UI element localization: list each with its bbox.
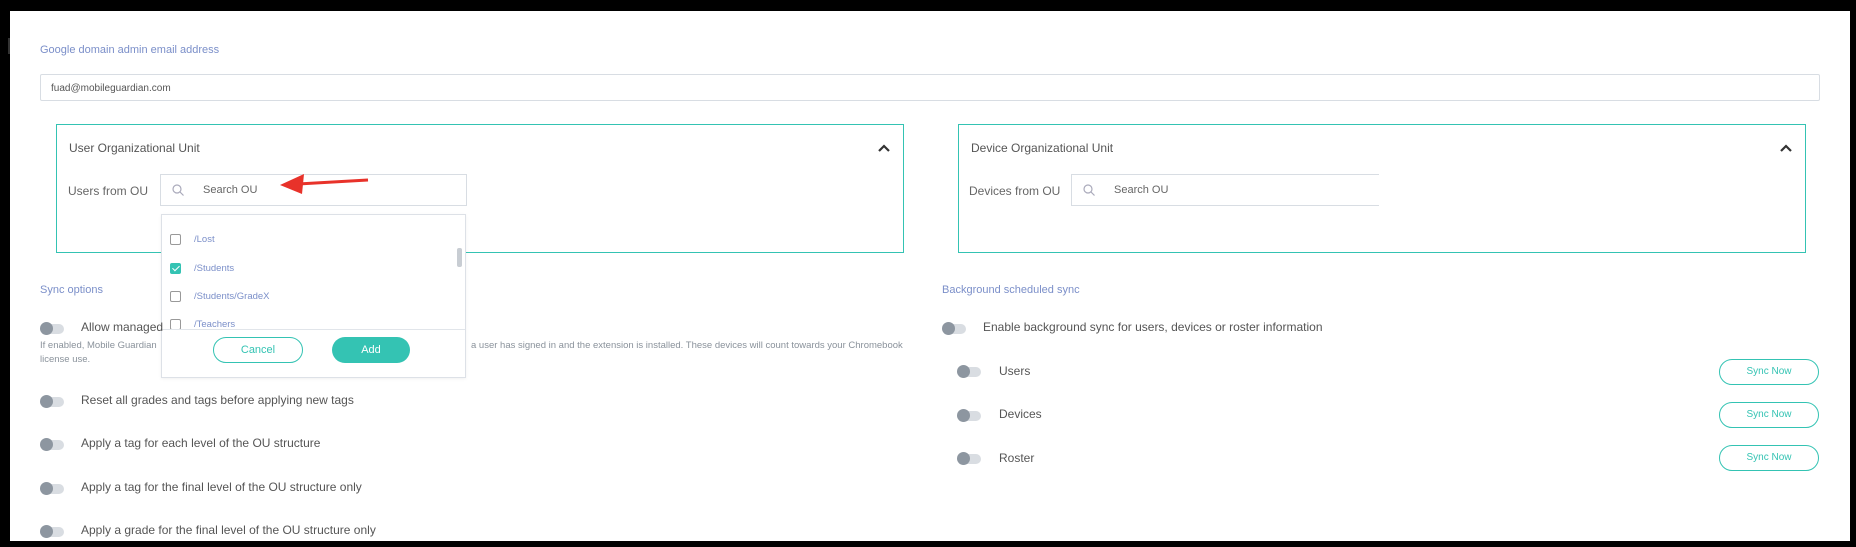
dropdown-scrollbar[interactable]: [457, 248, 462, 267]
search-icon: [172, 184, 184, 196]
toggle-icon[interactable]: [40, 482, 64, 495]
tag-each-level-label: Apply a tag for each level of the OU str…: [81, 436, 321, 450]
ou-option-students-gradex[interactable]: /Students/GradeX: [170, 288, 440, 306]
ou-option-teachers[interactable]: /Teachers: [170, 316, 440, 329]
allow-managed-description-left: If enabled, Mobile Guardian: [40, 340, 157, 351]
ou-dropdown: /Lost /Students /Students/GradeX /Teache…: [161, 214, 466, 378]
users-from-ou-label: Users from OU: [68, 184, 149, 198]
arrow-annotation: [280, 174, 369, 194]
search-icon: [1083, 184, 1095, 196]
toggle-icon[interactable]: [40, 395, 64, 408]
chevron-up-icon[interactable]: [1779, 141, 1793, 155]
search-placeholder: Search OU: [203, 184, 258, 196]
devices-sync-now-button[interactable]: Sync Now: [1719, 402, 1819, 428]
reset-grades-label: Reset all grades and tags before applyin…: [81, 393, 354, 407]
search-placeholder: Search OU: [1114, 184, 1169, 196]
grade-final-level-label: Apply a grade for the final level of the…: [81, 523, 376, 537]
toggle-icon[interactable]: [942, 322, 966, 335]
ou-option-list: /Lost /Students /Students/GradeX /Teache…: [162, 215, 452, 329]
settings-panel: Google domain admin email address fuad@m…: [10, 11, 1850, 541]
checkbox-icon[interactable]: [170, 291, 181, 302]
devices-sync-label: Devices: [999, 407, 1042, 421]
checkbox-icon[interactable]: [170, 319, 181, 329]
checkbox-icon[interactable]: [170, 234, 181, 245]
sync-options-title: Sync options: [40, 284, 103, 296]
toggle-icon[interactable]: [40, 525, 64, 538]
allow-managed-description-right: a user has signed in and the extension i…: [471, 340, 903, 351]
devices-from-ou-label: Devices from OU: [969, 184, 1061, 198]
dropdown-divider: [162, 329, 465, 330]
toggle-icon[interactable]: [40, 322, 64, 335]
email-field[interactable]: fuad@mobileguardian.com: [40, 74, 1820, 101]
chevron-up-icon[interactable]: [877, 141, 891, 155]
ou-option-lost[interactable]: /Lost: [170, 231, 440, 249]
users-sync-label: Users: [999, 364, 1031, 378]
allow-managed-description-line2: license use.: [40, 354, 91, 365]
cancel-button[interactable]: Cancel: [213, 337, 303, 363]
device-ou-search-input[interactable]: Search OU: [1071, 174, 1379, 206]
checkbox-checked-icon[interactable]: [170, 263, 181, 274]
toggle-icon[interactable]: [957, 452, 981, 465]
background-sync-title: Background scheduled sync: [942, 284, 1080, 296]
ou-option-students[interactable]: /Students: [170, 260, 440, 278]
user-ou-title: User Organizational Unit: [69, 141, 200, 155]
ou-option-label: /Students: [194, 263, 235, 274]
toggle-icon[interactable]: [40, 438, 64, 451]
toggle-icon[interactable]: [957, 409, 981, 422]
ou-option-label: /Teachers: [194, 319, 236, 329]
enable-background-sync-label: Enable background sync for users, device…: [983, 320, 1323, 334]
add-button[interactable]: Add: [332, 337, 410, 363]
allow-managed-label: Allow managed: [81, 320, 164, 334]
tag-final-level-label: Apply a tag for the final level of the O…: [81, 480, 362, 494]
device-ou-title: Device Organizational Unit: [971, 141, 1114, 155]
roster-sync-label: Roster: [999, 451, 1035, 465]
device-ou-box: Device Organizational Unit Devices from …: [958, 124, 1806, 253]
ou-option-label: /Students/GradeX: [194, 291, 270, 302]
email-label: Google domain admin email address: [40, 44, 220, 56]
users-sync-now-button[interactable]: Sync Now: [1719, 359, 1819, 385]
ou-option-label: /Lost: [194, 234, 215, 245]
toggle-icon[interactable]: [957, 365, 981, 378]
roster-sync-now-button[interactable]: Sync Now: [1719, 445, 1819, 471]
